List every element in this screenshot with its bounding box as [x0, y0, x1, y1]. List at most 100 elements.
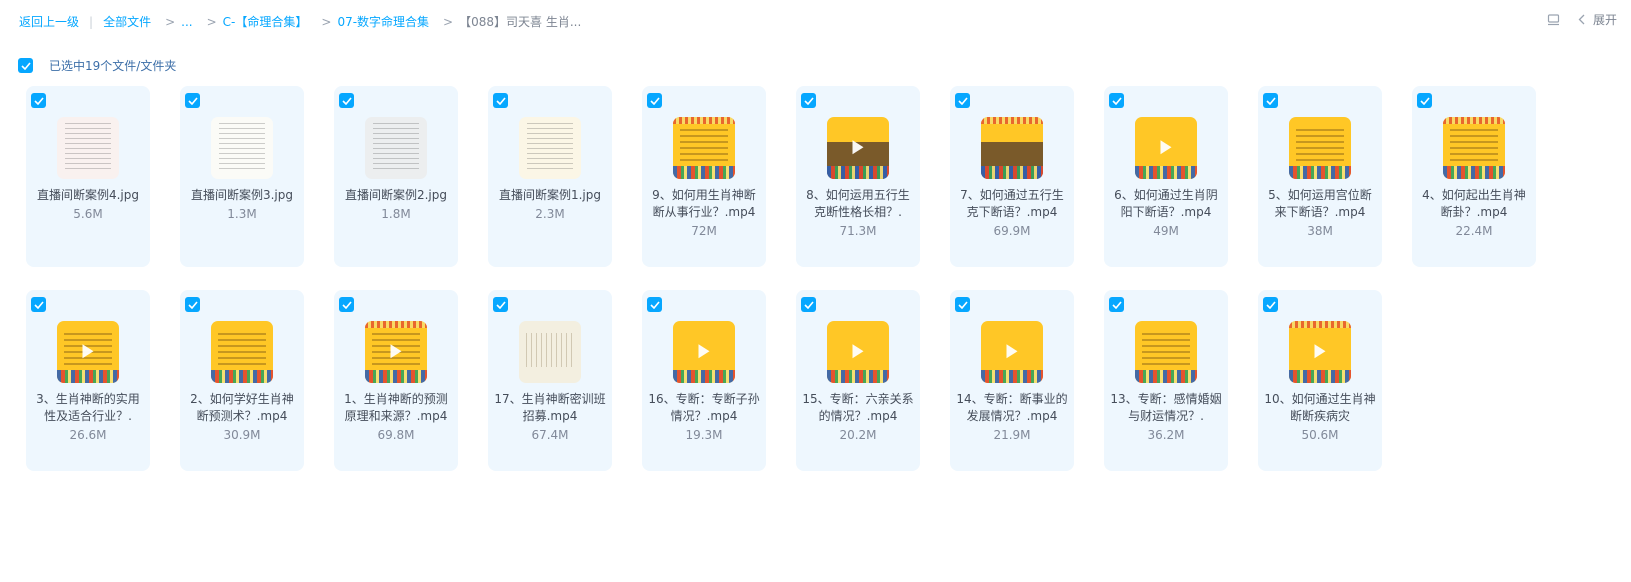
file-checkbox[interactable]: [647, 297, 662, 312]
check-icon: [495, 96, 506, 105]
file-card[interactable]: 9、如何用生肖神断断从事行业？.mp4 72M: [642, 86, 766, 267]
play-icon: [82, 344, 94, 359]
file-checkbox[interactable]: [185, 93, 200, 108]
play-icon: [852, 344, 864, 359]
back-link[interactable]: 返回上一级: [19, 13, 79, 30]
file-card[interactable]: 直播间断案例4.jpg 5.6M: [26, 86, 150, 267]
video-thumbnail: [981, 321, 1043, 383]
file-size: 69.8M: [377, 428, 415, 442]
check-icon: [803, 96, 814, 105]
file-size: 49M: [1153, 224, 1179, 238]
file-checkbox[interactable]: [31, 93, 46, 108]
check-icon: [957, 96, 968, 105]
file-checkbox[interactable]: [1417, 93, 1432, 108]
check-icon: [341, 300, 352, 309]
file-checkbox[interactable]: [493, 93, 508, 108]
breadcrumb-folder-mingli[interactable]: C-【命理合集】: [223, 13, 308, 30]
file-checkbox[interactable]: [1263, 93, 1278, 108]
video-thumbnail: [673, 321, 735, 383]
file-card[interactable]: 直播间断案例1.jpg 2.3M: [488, 86, 612, 267]
file-row: 直播间断案例4.jpg 5.6M 直播间断案例3.jpg 1.3M 直播间断案例…: [26, 86, 1606, 267]
chevron-left-icon: [1578, 14, 1585, 25]
play-icon: [852, 140, 864, 155]
video-thumbnail: [1289, 321, 1351, 383]
image-thumbnail: [365, 117, 427, 179]
play-icon: [1314, 344, 1326, 359]
check-icon: [957, 300, 968, 309]
top-right-controls: 展开: [1547, 11, 1617, 28]
file-checkbox[interactable]: [1263, 297, 1278, 312]
breadcrumb-all-files[interactable]: 全部文件: [103, 13, 151, 30]
check-icon: [1111, 96, 1122, 105]
file-checkbox[interactable]: [1109, 297, 1124, 312]
breadcrumb-ellipsis[interactable]: ...: [181, 15, 192, 29]
file-card[interactable]: 3、生肖神断的实用性及适合行业？. 26.6M: [26, 290, 150, 471]
file-grid: 直播间断案例4.jpg 5.6M 直播间断案例3.jpg 1.3M 直播间断案例…: [26, 86, 1606, 471]
file-card[interactable]: 14、专断：断事业的发展情况？.mp4 21.9M: [950, 290, 1074, 471]
file-name: 直播间断案例4.jpg: [36, 188, 140, 202]
file-card[interactable]: 5、如何运用宫位断来下断语？.mp4 38M: [1258, 86, 1382, 267]
file-checkbox[interactable]: [647, 93, 662, 108]
file-size: 22.4M: [1455, 224, 1493, 238]
file-name: 4、如何起出生肖神断卦？.mp4: [1422, 188, 1526, 219]
check-icon: [33, 300, 44, 309]
file-card[interactable]: 10、如何通过生肖神断断疾病灾 50.6M: [1258, 290, 1382, 471]
view-toggle-icon[interactable]: [1547, 13, 1560, 26]
file-name: 3、生肖神断的实用性及适合行业？.: [36, 392, 140, 423]
file-card[interactable]: 17、生肖神断密训班招募.mp4 67.4M: [488, 290, 612, 471]
file-name: 16、专断：专断子孙情况？.mp4: [648, 392, 760, 423]
file-checkbox[interactable]: [339, 93, 354, 108]
video-thumbnail: [211, 321, 273, 383]
file-size: 69.9M: [993, 224, 1031, 238]
top-bar: 返回上一级 | 全部文件 > ... > C-【命理合集】 > 07-数字命理合…: [0, 0, 1631, 42]
check-icon: [20, 61, 31, 70]
file-checkbox[interactable]: [1109, 93, 1124, 108]
file-checkbox[interactable]: [801, 297, 816, 312]
file-name: 15、专断：六亲关系的情况？.mp4: [802, 392, 914, 423]
file-card[interactable]: 2、如何学好生肖神断预测术？.mp4 30.9M: [180, 290, 304, 471]
check-icon: [33, 96, 44, 105]
play-icon: [698, 344, 710, 359]
file-size: 1.3M: [227, 207, 257, 221]
file-card[interactable]: 13、专断：感情婚姻与财运情况？. 36.2M: [1104, 290, 1228, 471]
file-card[interactable]: 7、如何通过五行生克下断语？.mp4 69.9M: [950, 86, 1074, 267]
check-icon: [1265, 300, 1276, 309]
file-card[interactable]: 直播间断案例2.jpg 1.8M: [334, 86, 458, 267]
chevron-right-icon: >: [206, 14, 217, 29]
check-icon: [187, 300, 198, 309]
breadcrumb-folder-shuzi[interactable]: 07-数字命理合集: [337, 13, 429, 30]
file-card[interactable]: 15、专断：六亲关系的情况？.mp4 20.2M: [796, 290, 920, 471]
file-name: 9、如何用生肖神断断从事行业？.mp4: [652, 188, 756, 219]
select-all-checkbox[interactable]: [18, 58, 33, 73]
file-name: 5、如何运用宫位断来下断语？.mp4: [1268, 188, 1372, 219]
file-checkbox[interactable]: [493, 297, 508, 312]
file-name: 直播间断案例3.jpg: [190, 188, 294, 202]
video-thumbnail: [673, 117, 735, 179]
video-thumbnail: [981, 117, 1043, 179]
file-card[interactable]: 1、生肖神断的预测原理和来源？.mp4 69.8M: [334, 290, 458, 471]
file-card[interactable]: 8、如何运用五行生克断性格长相？. 71.3M: [796, 86, 920, 267]
expand-button[interactable]: 展开: [1593, 11, 1617, 28]
file-card[interactable]: 4、如何起出生肖神断卦？.mp4 22.4M: [1412, 86, 1536, 267]
file-card[interactable]: 16、专断：专断子孙情况？.mp4 19.3M: [642, 290, 766, 471]
file-size: 26.6M: [69, 428, 107, 442]
file-checkbox[interactable]: [339, 297, 354, 312]
check-icon: [649, 96, 660, 105]
file-card[interactable]: 直播间断案例3.jpg 1.3M: [180, 86, 304, 267]
file-name: 1、生肖神断的预测原理和来源？.mp4: [344, 392, 448, 423]
file-checkbox[interactable]: [955, 93, 970, 108]
file-checkbox[interactable]: [31, 297, 46, 312]
file-checkbox[interactable]: [185, 297, 200, 312]
breadcrumb-current: 【088】司天喜 生肖...: [459, 15, 582, 29]
check-icon: [495, 300, 506, 309]
file-card[interactable]: 6、如何通过生肖阴阳下断语？.mp4 49M: [1104, 86, 1228, 267]
video-thumbnail: [1135, 117, 1197, 179]
file-checkbox[interactable]: [955, 297, 970, 312]
file-size: 5.6M: [73, 207, 103, 221]
video-thumbnail: [57, 321, 119, 383]
file-name: 14、专断：断事业的发展情况？.mp4: [956, 392, 1068, 423]
file-name: 17、生肖神断密训班招募.mp4: [494, 392, 606, 423]
file-name: 直播间断案例1.jpg: [498, 188, 602, 202]
file-size: 30.9M: [223, 428, 261, 442]
file-checkbox[interactable]: [801, 93, 816, 108]
